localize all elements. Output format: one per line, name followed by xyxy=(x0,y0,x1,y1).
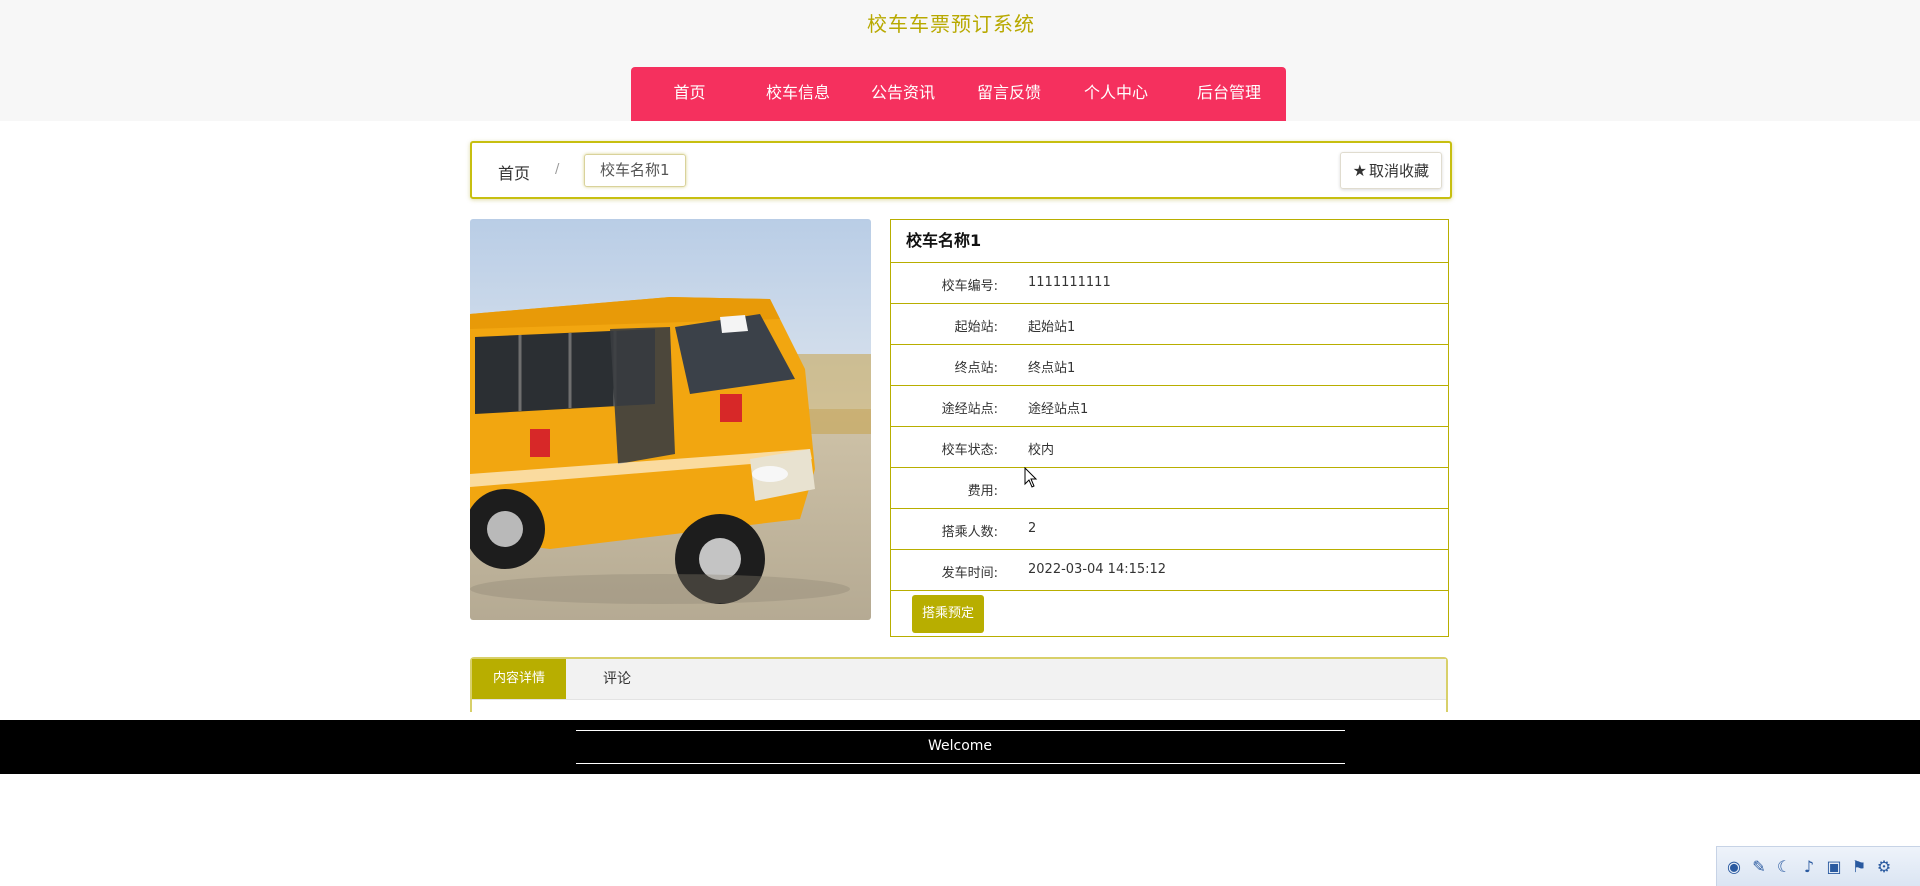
mouse-cursor-icon xyxy=(1024,466,1038,493)
nav-feedback[interactable]: 留言反馈 xyxy=(958,67,1060,121)
value-start-station: 起始站1 xyxy=(1028,320,1076,335)
label-passengers: 搭乘人数: xyxy=(941,525,998,540)
tray-moon-icon[interactable]: ☾ xyxy=(1775,857,1793,876)
value-end-station: 终点站1 xyxy=(1028,361,1076,376)
detail-row-bus-status: 校车状态: 校内 xyxy=(891,427,1448,468)
bus-image xyxy=(470,219,871,620)
tabs-bar: 内容详情 评论 xyxy=(472,659,1446,700)
system-tray: ◉ ✎ ☾ ♪ ▣ ⚑ ⚙ xyxy=(1716,846,1920,886)
detail-row-start-station: 起始站: 起始站1 xyxy=(891,304,1448,345)
tray-flag-icon[interactable]: ⚑ xyxy=(1850,857,1868,876)
footer-divider-bottom xyxy=(576,763,1345,764)
detail-row-via-stations: 途经站点: 途经站点1 xyxy=(891,386,1448,427)
tray-keyboard-icon[interactable]: ▣ xyxy=(1825,857,1843,876)
nav-announcements[interactable]: 公告资讯 xyxy=(848,67,958,121)
label-bus-number: 校车编号: xyxy=(941,279,998,294)
breadcrumb: 首页 / 校车名称1 ★ 取消收藏 xyxy=(470,141,1452,199)
label-bus-status: 校车状态: xyxy=(941,443,998,458)
footer: Welcome xyxy=(0,720,1920,774)
detail-row-departure-time: 发车时间: 2022-03-04 14:15:12 xyxy=(891,550,1448,591)
bus-name: 校车名称1 xyxy=(891,220,1448,263)
book-ride-button[interactable]: 搭乘预定 xyxy=(912,595,985,633)
main-nav: 首页 校车信息 公告资讯 留言反馈 个人中心 后台管理 xyxy=(631,67,1286,121)
label-fee: 费用: xyxy=(967,484,998,499)
value-bus-number: 1111111111 xyxy=(1028,275,1111,290)
star-icon: ★ xyxy=(1352,161,1367,180)
value-bus-status: 校内 xyxy=(1028,443,1055,458)
content-tabs: 内容详情 评论 xyxy=(470,657,1448,712)
breadcrumb-separator: / xyxy=(555,162,560,177)
site-title: 校车车票预订系统 xyxy=(867,12,1035,36)
tray-settings-icon[interactable]: ⚙ xyxy=(1875,857,1893,876)
label-end-station: 终点站: xyxy=(954,361,998,376)
breadcrumb-home[interactable]: 首页 xyxy=(498,160,530,184)
detail-row-end-station: 终点站: 终点站1 xyxy=(891,345,1448,386)
footer-welcome: Welcome xyxy=(927,738,993,754)
value-passengers: 2 xyxy=(1028,521,1037,536)
unfavorite-label: 取消收藏 xyxy=(1368,162,1429,180)
detail-row-passengers: 搭乘人数: 2 xyxy=(891,509,1448,550)
tab-content-detail[interactable]: 内容详情 xyxy=(472,659,566,699)
detail-row-bus-number: 校车编号: 1111111111 xyxy=(891,263,1448,304)
value-via-stations: 途经站点1 xyxy=(1028,402,1089,417)
nav-home[interactable]: 首页 xyxy=(631,67,748,121)
bus-detail-panel: 校车名称1 校车编号: 1111111111 起始站: 起始站1 终点站: 终点… xyxy=(890,219,1449,637)
breadcrumb-current: 校车名称1 xyxy=(584,154,686,187)
school-bus-illustration xyxy=(470,219,871,620)
value-departure-time: 2022-03-04 14:15:12 xyxy=(1028,562,1167,577)
nav-personal-center[interactable]: 个人中心 xyxy=(1060,67,1172,121)
nav-bus-info[interactable]: 校车信息 xyxy=(748,67,848,121)
label-start-station: 起始站: xyxy=(954,320,998,335)
tray-input-icon[interactable]: ✎ xyxy=(1750,857,1768,876)
tray-app-icon[interactable]: ◉ xyxy=(1725,857,1743,876)
label-departure-time: 发车时间: xyxy=(941,566,998,581)
header: 校车车票预订系统 首页 校车信息 公告资讯 留言反馈 个人中心 后台管理 xyxy=(0,0,1920,121)
tab-comments[interactable]: 评论 xyxy=(603,659,631,699)
footer-divider-top xyxy=(576,730,1345,731)
label-via-stations: 途经站点: xyxy=(941,402,998,417)
nav-admin[interactable]: 后台管理 xyxy=(1172,67,1286,121)
tray-note-icon[interactable]: ♪ xyxy=(1800,857,1818,876)
unfavorite-button[interactable]: ★ 取消收藏 xyxy=(1339,152,1442,189)
detail-row-fee: 费用: xyxy=(891,468,1448,509)
